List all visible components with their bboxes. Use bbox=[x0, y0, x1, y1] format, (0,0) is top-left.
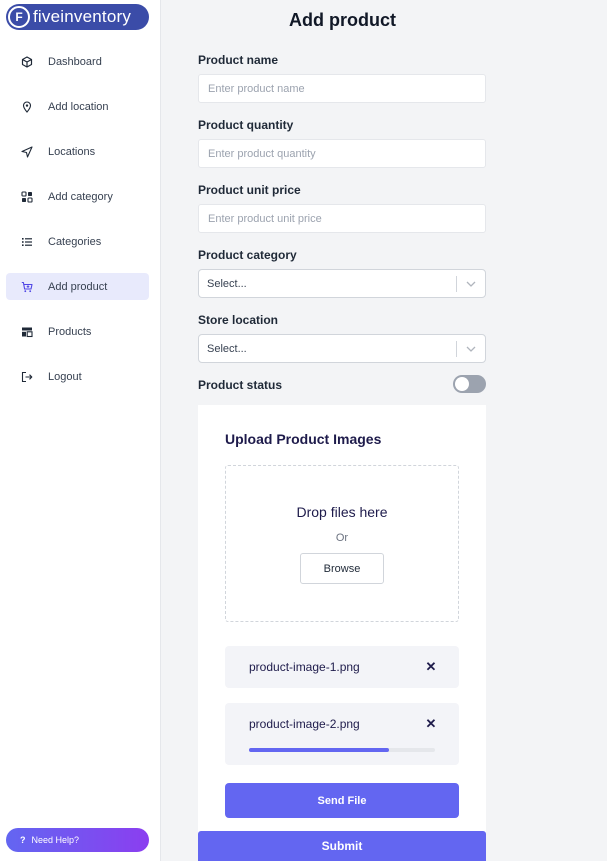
sidebar-item-locations[interactable]: Locations bbox=[6, 138, 149, 165]
file-name: product-image-1.png bbox=[249, 660, 360, 674]
file-item: product-image-1.png ✕ bbox=[225, 646, 459, 688]
remove-file-icon[interactable]: ✕ bbox=[423, 716, 439, 732]
upload-title: Upload Product Images bbox=[225, 431, 382, 447]
sidebar-item-label: Add category bbox=[48, 190, 113, 203]
product-quantity-label: Product quantity bbox=[198, 118, 294, 132]
or-text: Or bbox=[335, 532, 349, 544]
product-category-label: Product category bbox=[198, 248, 297, 262]
list-icon bbox=[21, 236, 33, 248]
store-location-label: Store location bbox=[198, 313, 279, 327]
sidebar-item-label: Add product bbox=[48, 280, 108, 293]
store-location-select[interactable]: Select... bbox=[198, 334, 486, 363]
brand-logo[interactable]: F fiveinventory bbox=[6, 4, 149, 30]
navigation-arrow-icon bbox=[21, 145, 33, 158]
sidebar-item-dashboard[interactable]: Dashboard bbox=[6, 48, 149, 75]
sidebar-item-products[interactable]: Products bbox=[6, 318, 149, 345]
location-pin-icon bbox=[21, 100, 33, 113]
file-name: product-image-2.png bbox=[249, 717, 360, 731]
product-unit-price-input[interactable] bbox=[198, 204, 486, 233]
dropzone[interactable]: Drop files here Or Browse bbox=[225, 465, 459, 622]
product-status-label: Product status bbox=[198, 378, 283, 392]
logout-icon bbox=[21, 371, 33, 383]
sidebar-item-categories[interactable]: Categories bbox=[6, 228, 149, 255]
upload-progress-bar bbox=[249, 748, 435, 752]
need-help-button[interactable]: ? Need Help? bbox=[6, 828, 149, 852]
sidebar-item-label: Dashboard bbox=[48, 55, 102, 68]
select-value: Select... bbox=[207, 277, 247, 290]
product-quantity-input[interactable] bbox=[198, 139, 486, 168]
submit-button[interactable]: Submit bbox=[198, 831, 486, 861]
send-file-button[interactable]: Send File bbox=[225, 783, 459, 818]
chevron-down-icon bbox=[457, 346, 485, 352]
sidebar: F fiveinventory Dashboard Add location L… bbox=[0, 0, 161, 861]
sidebar-item-label: Add location bbox=[48, 100, 109, 113]
layout-icon bbox=[21, 326, 33, 338]
remove-file-icon[interactable]: ✕ bbox=[423, 659, 439, 675]
sidebar-item-add-location[interactable]: Add location bbox=[6, 93, 149, 120]
sidebar-item-logout[interactable]: Logout bbox=[6, 363, 149, 390]
sidebar-item-label: Logout bbox=[48, 370, 82, 383]
toggle-knob bbox=[455, 377, 469, 391]
product-status-toggle[interactable] bbox=[453, 375, 486, 393]
sidebar-item-add-product[interactable]: Add product bbox=[6, 273, 149, 300]
product-unit-price-label: Product unit price bbox=[198, 183, 301, 197]
select-value: Select... bbox=[207, 342, 247, 355]
product-name-input[interactable] bbox=[198, 74, 486, 103]
sidebar-item-label: Locations bbox=[48, 145, 96, 158]
sidebar-item-label: Categories bbox=[48, 235, 102, 248]
sidebar-nav: Dashboard Add location Locations Add cat… bbox=[6, 48, 149, 408]
logo-mark: F bbox=[8, 6, 30, 28]
cube-icon bbox=[21, 55, 33, 68]
grid-icon bbox=[21, 190, 33, 203]
file-item: product-image-2.png ✕ bbox=[225, 703, 459, 765]
product-name-label: Product name bbox=[198, 53, 279, 67]
sidebar-item-add-category[interactable]: Add category bbox=[6, 183, 149, 210]
browse-button[interactable]: Browse bbox=[300, 553, 384, 584]
help-icon: ? bbox=[20, 835, 26, 845]
upload-progress-fill bbox=[249, 748, 389, 752]
need-help-label: Need Help? bbox=[31, 835, 80, 845]
cart-plus-icon bbox=[21, 281, 33, 293]
sidebar-item-label: Products bbox=[48, 325, 92, 338]
upload-card: Upload Product Images Drop files here Or… bbox=[198, 405, 486, 861]
product-category-select[interactable]: Select... bbox=[198, 269, 486, 298]
drop-files-text: Drop files here bbox=[296, 504, 388, 520]
page-title: Add product bbox=[289, 10, 396, 30]
brand-name: fiveinventory bbox=[33, 7, 132, 26]
chevron-down-icon bbox=[457, 281, 485, 287]
